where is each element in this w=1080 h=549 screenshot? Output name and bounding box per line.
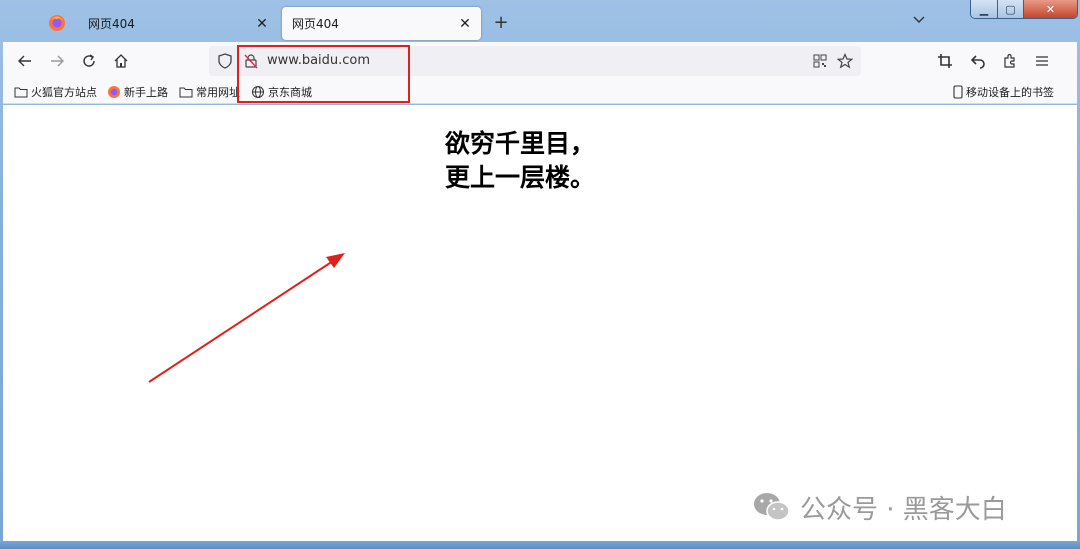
annotation-arrow — [148, 253, 345, 383]
watermark-text: 公众号 · 黑客大白 — [800, 494, 1007, 525]
window-bottom-edge — [0, 541, 1080, 549]
wechat-icon — [754, 493, 790, 521]
watermark: 公众号 · 黑客大白 — [752, 488, 1007, 526]
